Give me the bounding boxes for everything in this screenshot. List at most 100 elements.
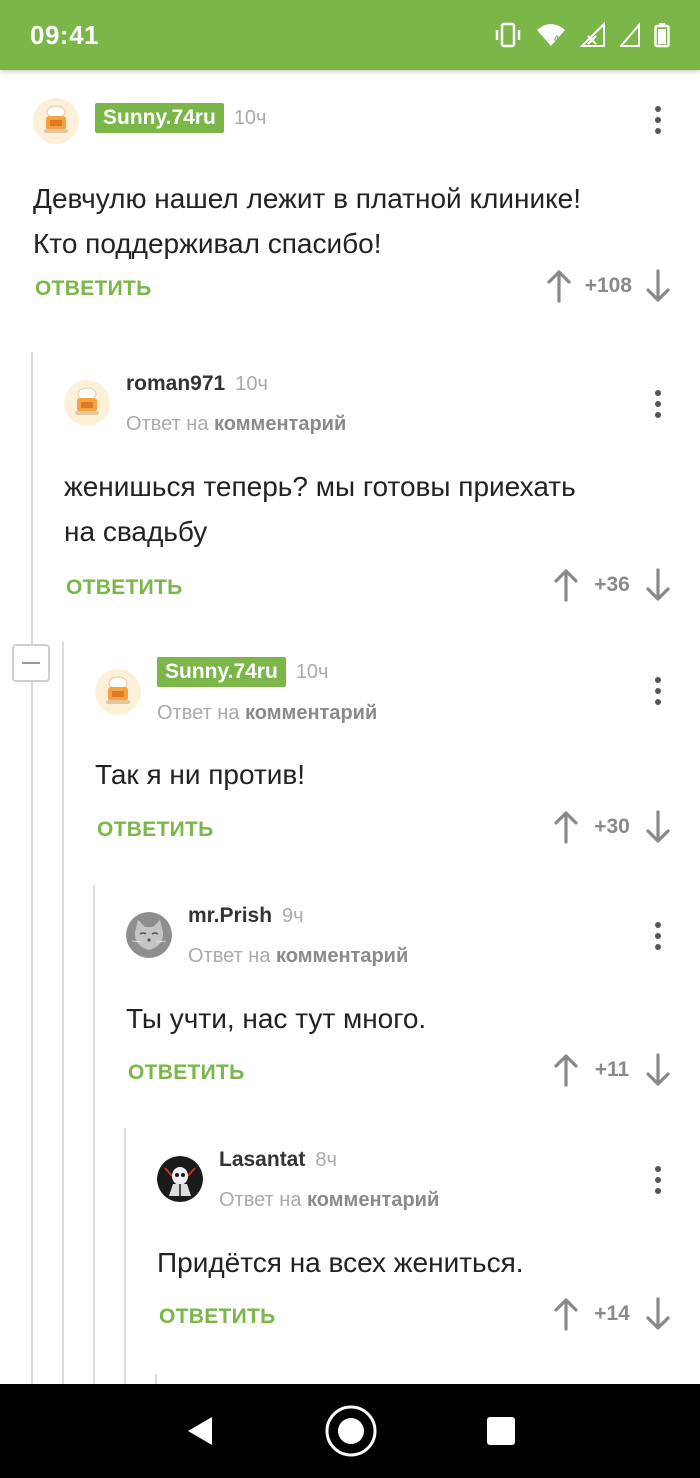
more-vert-icon bbox=[655, 106, 661, 112]
comment: Sunny.74ru 10ч Девчулю нашел лежит в пла… bbox=[33, 96, 700, 313]
more-vert-icon bbox=[655, 922, 661, 928]
battery-icon bbox=[654, 23, 670, 48]
vote-controls: +108 bbox=[545, 269, 672, 303]
comment-header: Lasantat 8ч Ответ на комментарий bbox=[157, 1146, 700, 1220]
reply-button[interactable]: ОТВЕТИТЬ bbox=[159, 1305, 276, 1329]
comment-actions: ОТВЕТИТЬ +11 bbox=[126, 1053, 700, 1097]
comment-time: 10ч bbox=[233, 106, 267, 129]
reply-to: Ответ на комментарий bbox=[157, 702, 378, 724]
comment: roman971 10ч Ответ на комментарий женишь… bbox=[64, 370, 700, 612]
circle-home-icon[interactable] bbox=[324, 1404, 378, 1458]
chef-avatar-icon bbox=[33, 98, 79, 144]
comment-header: mr.Prish 9ч Ответ на комментарий bbox=[126, 902, 700, 976]
comment: Sunny.74ru 10ч Ответ на комментарий Так … bbox=[95, 657, 700, 854]
vote-controls: +36 bbox=[552, 568, 672, 602]
system-nav-bar bbox=[0, 1384, 700, 1478]
comment-actions: ОТВЕТИТЬ +108 bbox=[33, 269, 700, 313]
chef-avatar-icon bbox=[64, 380, 110, 426]
arrow-up-icon[interactable] bbox=[552, 568, 580, 602]
chef-avatar-icon bbox=[95, 669, 141, 715]
comment: Lasantat 8ч Ответ на комментарий Придётс… bbox=[157, 1146, 700, 1341]
arrow-up-icon[interactable] bbox=[552, 810, 580, 844]
comment-menu-button[interactable] bbox=[646, 677, 670, 705]
comment-text: Так я ни против! bbox=[95, 759, 306, 790]
username[interactable]: Lasantat bbox=[219, 1148, 305, 1172]
reply-button[interactable]: ОТВЕТИТЬ bbox=[128, 1061, 245, 1085]
reply-to-link[interactable]: комментарий bbox=[276, 945, 408, 967]
arrow-up-icon[interactable] bbox=[545, 269, 573, 303]
more-vert-icon bbox=[655, 1166, 661, 1172]
vote-controls: +30 bbox=[552, 810, 672, 844]
wifi-icon: 4 bbox=[537, 24, 565, 46]
vote-controls: +11 bbox=[552, 1053, 672, 1087]
username[interactable]: Sunny.74ru bbox=[157, 657, 286, 687]
vote-score: +11 bbox=[594, 1058, 630, 1081]
username[interactable]: roman971 bbox=[126, 372, 225, 396]
arrow-up-icon[interactable] bbox=[552, 1053, 580, 1087]
comment-header: Sunny.74ru 10ч Ответ на комментарий bbox=[95, 657, 700, 731]
more-vert-icon bbox=[655, 677, 661, 683]
avatar[interactable] bbox=[157, 1156, 203, 1202]
arrow-down-icon[interactable] bbox=[644, 568, 672, 602]
reply-to: Ответ на комментарий bbox=[126, 413, 347, 435]
comment-text: Ты учти, нас тут много. bbox=[126, 1003, 427, 1034]
comment-time: 9ч bbox=[282, 904, 304, 927]
square-recents-icon[interactable] bbox=[486, 1416, 516, 1446]
status-icons: 4 bbox=[494, 22, 670, 48]
triangle-back-icon[interactable] bbox=[184, 1414, 216, 1448]
comment-time: 10ч bbox=[295, 660, 329, 683]
thread-line-2 bbox=[62, 642, 64, 1384]
more-vert-icon bbox=[655, 390, 661, 396]
comment-time: 10ч bbox=[235, 372, 268, 395]
arrow-down-icon[interactable] bbox=[644, 810, 672, 844]
comment-menu-button[interactable] bbox=[646, 922, 670, 950]
vote-score: +30 bbox=[594, 815, 630, 838]
comment-actions: ОТВЕТИТЬ +14 bbox=[157, 1297, 700, 1341]
reply-to-link[interactable]: комментарий bbox=[214, 413, 346, 435]
comment-text: женишься теперь? мы готовы приехать на с… bbox=[64, 471, 576, 547]
comment-actions: ОТВЕТИТЬ +36 bbox=[64, 568, 700, 612]
vote-score: +108 bbox=[584, 274, 632, 297]
comment-text: Придётся на всех жениться. bbox=[157, 1247, 524, 1278]
status-time: 09:41 bbox=[30, 19, 99, 50]
thread-line-5 bbox=[155, 1374, 157, 1384]
avatar[interactable] bbox=[33, 98, 79, 144]
status-bar: 09:41 4 bbox=[0, 0, 700, 70]
username[interactable]: mr.Prish bbox=[188, 904, 272, 928]
comment-menu-button[interactable] bbox=[646, 390, 670, 418]
arrow-down-icon[interactable] bbox=[644, 1053, 672, 1087]
vibrate-icon bbox=[495, 22, 521, 48]
reply-button[interactable]: ОТВЕТИТЬ bbox=[35, 277, 152, 301]
svg-text:4: 4 bbox=[554, 34, 559, 44]
arrow-down-icon[interactable] bbox=[644, 269, 672, 303]
comment-text: Девчулю нашел лежит в платной клинике! К… bbox=[33, 183, 582, 259]
minus-icon bbox=[22, 662, 40, 664]
reply-button[interactable]: ОТВЕТИТЬ bbox=[97, 818, 214, 842]
vote-score: +36 bbox=[594, 573, 630, 596]
reply-button[interactable]: ОТВЕТИТЬ bbox=[66, 576, 183, 600]
vote-score: +14 bbox=[594, 1302, 630, 1325]
thread-line-3 bbox=[93, 885, 95, 1384]
avatar[interactable] bbox=[95, 669, 141, 715]
comment-actions: ОТВЕТИТЬ +30 bbox=[95, 810, 700, 854]
comment-header: roman971 10ч Ответ на комментарий bbox=[64, 370, 700, 444]
comment: mr.Prish 9ч Ответ на комментарий Ты учти… bbox=[126, 902, 700, 1097]
username[interactable]: Sunny.74ru bbox=[95, 103, 224, 133]
cat-avatar-icon bbox=[126, 912, 172, 958]
vote-controls: +14 bbox=[552, 1297, 672, 1331]
thread-line-4 bbox=[124, 1128, 126, 1384]
collapse-thread-button[interactable] bbox=[12, 644, 50, 682]
comment-menu-button[interactable] bbox=[646, 106, 670, 134]
avatar[interactable] bbox=[64, 380, 110, 426]
arrow-up-icon[interactable] bbox=[552, 1297, 580, 1331]
comment-header: Sunny.74ru 10ч bbox=[33, 96, 700, 156]
reply-to-link[interactable]: комментарий bbox=[307, 1189, 439, 1211]
comment-menu-button[interactable] bbox=[646, 1166, 670, 1194]
signal-icon bbox=[580, 22, 605, 47]
arrow-down-icon[interactable] bbox=[644, 1297, 672, 1331]
reply-to-link[interactable]: комментарий bbox=[245, 702, 377, 724]
signal-2-icon bbox=[620, 22, 640, 47]
avatar[interactable] bbox=[126, 912, 172, 958]
reply-to: Ответ на комментарий bbox=[219, 1189, 440, 1211]
comment-time: 8ч bbox=[315, 1148, 337, 1171]
